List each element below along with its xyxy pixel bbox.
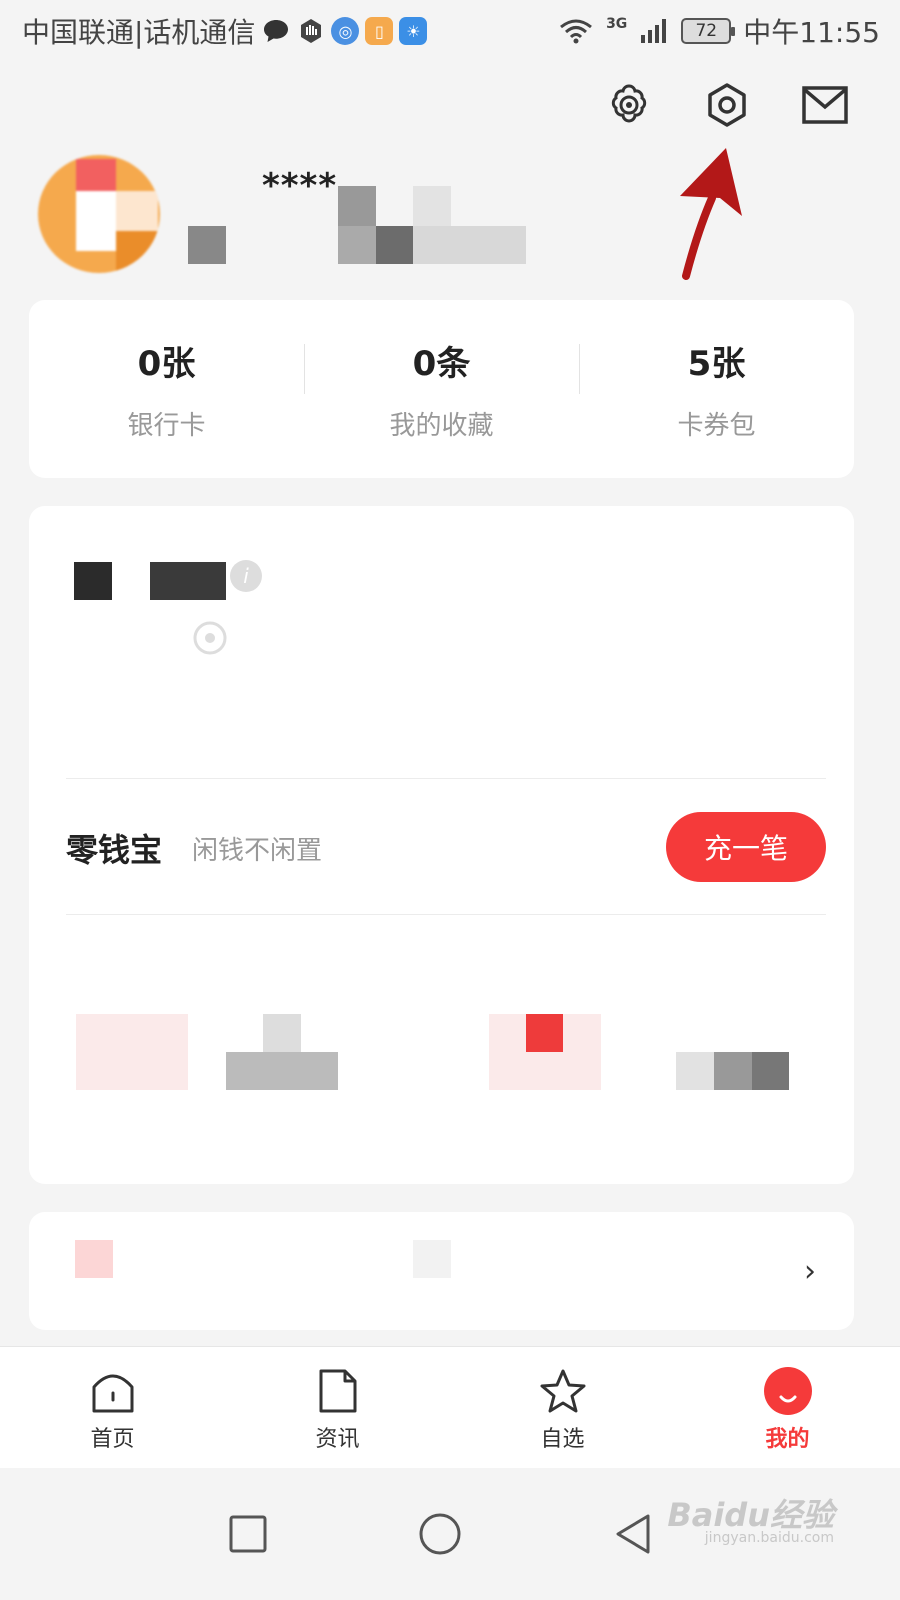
- masked-shortcut-block: [76, 1014, 188, 1090]
- masked-account-block: [188, 226, 226, 264]
- stat-coupons[interactable]: 5张 卡券包: [579, 336, 854, 442]
- tab-news[interactable]: 资讯: [225, 1347, 450, 1468]
- clock: 中午11:55: [743, 16, 880, 49]
- divider: [66, 914, 826, 915]
- masked-account-block: [338, 226, 376, 264]
- star-icon: [540, 1369, 585, 1413]
- nav-label: 资讯: [315, 1427, 360, 1452]
- back-icon[interactable]: [612, 1512, 652, 1556]
- masked-shortcut-block: [526, 1014, 563, 1052]
- settings-icon: [708, 83, 746, 127]
- folder-notification-icon: ▯: [365, 17, 394, 45]
- watermark-url: jingyan.baidu.com: [704, 1530, 834, 1546]
- masked-shortcut-block: [714, 1052, 752, 1090]
- chevron-right-icon: ›: [804, 1254, 816, 1289]
- masked-account-block: [413, 226, 526, 264]
- home-icon: [92, 1374, 133, 1413]
- customer-service-button[interactable]: [604, 80, 654, 130]
- info-icon[interactable]: i: [230, 560, 262, 592]
- tab-watchlist[interactable]: 自选: [450, 1347, 675, 1468]
- masked-shortcut-block: [263, 1014, 301, 1052]
- messages-button[interactable]: [800, 80, 850, 130]
- masked-shortcut-block: [226, 1052, 338, 1090]
- masked-shortcut-block: [676, 1052, 714, 1090]
- stat-label: 我的收藏: [389, 411, 494, 441]
- recharge-button[interactable]: 充一笔: [666, 812, 826, 882]
- tab-home[interactable]: 首页: [0, 1347, 225, 1468]
- stat-value: 5张: [687, 344, 746, 384]
- nav-label: 自选: [540, 1427, 585, 1452]
- bottom-nav: 首页 资讯 自选 我的: [0, 1346, 900, 1468]
- eye-toggle-icon[interactable]: [190, 620, 230, 656]
- top-icon-bar: [604, 80, 850, 130]
- carrier-name: 中国联通|话机通信: [22, 16, 256, 49]
- customer-service-icon: [611, 84, 647, 123]
- masked-asset-title-block: [74, 562, 112, 600]
- nav-label: 首页: [90, 1427, 135, 1452]
- annotation-arrow-icon: [680, 148, 742, 280]
- nav-label: 我的: [765, 1427, 810, 1452]
- username: ****: [262, 166, 338, 206]
- signal-icon: [641, 19, 667, 43]
- masked-banner-text: [413, 1240, 451, 1278]
- masked-account-block: [376, 226, 413, 264]
- stat-favorites[interactable]: 0条 我的收藏: [304, 336, 579, 442]
- stat-label: 卡券包: [677, 411, 756, 441]
- lingqianbao-row[interactable]: 零钱宝 闲钱不闲置 充一笔: [66, 812, 826, 884]
- battery-icon: 72: [681, 18, 736, 44]
- masked-shortcut-block: [752, 1052, 789, 1090]
- chat-notification-icon: [264, 20, 289, 42]
- status-left: 中国联通|话机通信 ◎ ▯ ☀: [22, 11, 428, 51]
- lingqianbao-subtitle: 闲钱不闲置: [192, 835, 323, 866]
- masked-asset-title-block: [150, 562, 226, 600]
- home-circle-icon[interactable]: [418, 1512, 462, 1556]
- masked-account-block: [338, 186, 376, 226]
- news-icon: [319, 1369, 356, 1413]
- settings-button[interactable]: [702, 80, 752, 130]
- stat-label: 银行卡: [127, 411, 206, 441]
- masked-banner-icon: [75, 1240, 113, 1278]
- avatar[interactable]: [38, 155, 160, 273]
- mail-icon: [802, 86, 848, 124]
- recents-icon[interactable]: [228, 1514, 268, 1554]
- divider: [66, 778, 826, 779]
- me-icon: [763, 1367, 812, 1415]
- promo-banner[interactable]: ›: [29, 1212, 854, 1330]
- lingqianbao-title: 零钱宝: [66, 831, 163, 869]
- tab-me[interactable]: 我的: [675, 1347, 900, 1468]
- bulb-notification-icon: ☀: [399, 17, 428, 45]
- stat-value: 0条: [412, 344, 471, 384]
- status-bar: 中国联通|话机通信 ◎ ▯ ☀ 3G 72 中午11:55: [0, 0, 900, 62]
- hand-notification-icon: [301, 19, 322, 43]
- status-right: 3G 72 中午11:55: [558, 11, 880, 51]
- browser-notification-icon: ◎: [331, 17, 360, 45]
- network-type: 3G: [606, 16, 628, 32]
- stat-bank-cards[interactable]: 0张 银行卡: [29, 336, 304, 442]
- wifi-icon: [560, 19, 592, 44]
- masked-account-block: [413, 186, 451, 226]
- stat-value: 0张: [137, 344, 196, 384]
- stats-card: 0张 银行卡 0条 我的收藏 5张 卡券包: [29, 300, 854, 478]
